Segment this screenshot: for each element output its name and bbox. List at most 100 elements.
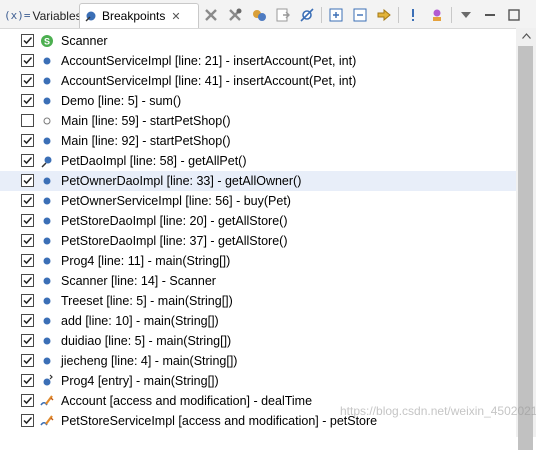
toolbar-separator	[451, 7, 452, 23]
watchpoint-icon	[40, 414, 54, 428]
breakpoint-label: Scanner [line: 14] - Scanner	[61, 274, 216, 288]
breakpoint-label: PetStoreDaoImpl [line: 20] - getAllStore…	[61, 214, 288, 228]
line-breakpoint-icon	[40, 254, 54, 268]
line-breakpoint-icon	[40, 234, 54, 248]
breakpoint-row[interactable]: duidiao [line: 5] - main(String[])	[0, 331, 516, 351]
scrollbar-thumb[interactable]	[518, 46, 533, 450]
line-breakpoint-icon	[40, 174, 54, 188]
line-breakpoint-icon	[40, 274, 54, 288]
breakpoint-row[interactable]: Prog4 [entry] - main(String[])	[0, 371, 516, 391]
breakpoint-row[interactable]: PetDaoImpl [line: 58] - getAllPet()	[0, 151, 516, 171]
breakpoint-label: AccountServiceImpl [line: 21] - insertAc…	[61, 54, 357, 68]
tab-variables-label: Variables	[32, 8, 82, 23]
breakpoint-row[interactable]: AccountServiceImpl [line: 21] - insertAc…	[0, 51, 516, 71]
breakpoint-label: PetOwnerDaoImpl [line: 33] - getAllOwner…	[61, 174, 302, 188]
breakpoint-enabled-checkbox[interactable]	[21, 194, 34, 207]
line-breakpoint-icon	[40, 334, 54, 348]
breakpoint-enabled-checkbox[interactable]	[21, 74, 34, 87]
breakpoint-row[interactable]: AccountServiceImpl [line: 41] - insertAc…	[0, 71, 516, 91]
minimize-icon[interactable]	[482, 7, 498, 23]
breakpoint-row[interactable]: S Scanner	[0, 31, 516, 51]
line-breakpoint-icon	[40, 354, 54, 368]
line-breakpoint-icon	[40, 54, 54, 68]
remove-breakpoint-icon[interactable]	[203, 7, 219, 23]
breakpoint-enabled-checkbox[interactable]	[21, 94, 34, 107]
view-menu-icon[interactable]	[458, 7, 474, 23]
breakpoint-row[interactable]: PetOwnerDaoImpl [line: 33] - getAllOwner…	[0, 171, 516, 191]
breakpoint-enabled-checkbox[interactable]	[21, 34, 34, 47]
breakpoint-label: Account [access and modification] - deal…	[61, 394, 313, 408]
close-icon[interactable]: ✕	[171, 10, 180, 23]
expand-all-icon[interactable]	[328, 7, 344, 23]
breakpoint-row[interactable]: add [line: 10] - main(String[])	[0, 311, 516, 331]
breakpoint-enabled-checkbox[interactable]	[21, 294, 34, 307]
vertical-scrollbar[interactable]	[516, 28, 536, 450]
breakpoint-label: PetStoreDaoImpl [line: 37] - getAllStore…	[61, 234, 288, 248]
method-entry-icon	[40, 374, 54, 388]
remove-all-breakpoints-icon[interactable]	[227, 7, 243, 23]
go-to-file-icon[interactable]	[275, 7, 291, 23]
breakpoint-list: S Scanner AccountServiceImpl [line: 21] - …	[0, 28, 516, 437]
breakpoint-label: AccountServiceImpl [line: 41] - insertAc…	[61, 74, 357, 88]
link-with-debug-view-icon[interactable]	[376, 7, 392, 23]
breakpoint-enabled-checkbox[interactable]	[21, 394, 34, 407]
breakpoint-enabled-checkbox[interactable]	[21, 374, 34, 387]
breakpoint-enabled-checkbox[interactable]	[21, 174, 34, 187]
tab-breakpoints[interactable]: Breakpoints ✕	[79, 3, 199, 28]
toolbar-separator	[321, 7, 322, 23]
breakpoint-enabled-checkbox[interactable]	[21, 54, 34, 67]
svg-text:S: S	[44, 37, 50, 47]
breakpoint-label: PetOwnerServiceImpl [line: 56] - buy(Pet…	[61, 194, 291, 208]
breakpoint-enabled-checkbox[interactable]	[21, 254, 34, 267]
breakpoint-row[interactable]: PetStoreDaoImpl [line: 37] - getAllStore…	[0, 231, 516, 251]
line-breakpoint-icon	[40, 94, 54, 108]
add-java-exception-breakpoint-icon[interactable]	[405, 7, 421, 23]
breakpoint-row[interactable]: Demo [line: 5] - sum()	[0, 91, 516, 111]
variables-icon: (x)=	[4, 9, 31, 22]
import-breakpoints-icon[interactable]	[429, 7, 445, 23]
collapse-all-icon[interactable]	[352, 7, 368, 23]
line-breakpoint-icon	[40, 214, 54, 228]
line-breakpoint-icon	[40, 294, 54, 308]
breakpoint-label: Treeset [line: 5] - main(String[])	[61, 294, 233, 308]
breakpoint-enabled-checkbox[interactable]	[21, 234, 34, 247]
toolbar-separator	[398, 7, 399, 23]
breakpoint-enabled-checkbox[interactable]	[21, 114, 34, 127]
line-breakpoint-icon	[40, 314, 54, 328]
breakpoint-row[interactable]: Treeset [line: 5] - main(String[])	[0, 291, 516, 311]
conditional-breakpoint-icon	[40, 154, 54, 168]
breakpoint-enabled-checkbox[interactable]	[21, 214, 34, 227]
breakpoint-enabled-checkbox[interactable]	[21, 414, 34, 427]
breakpoint-enabled-checkbox[interactable]	[21, 334, 34, 347]
breakpoint-row[interactable]: PetOwnerServiceImpl [line: 56] - buy(Pet…	[0, 191, 516, 211]
show-breakpoints-supported-icon[interactable]	[251, 7, 267, 23]
line-breakpoint-icon	[40, 74, 54, 88]
breakpoint-enabled-checkbox[interactable]	[21, 154, 34, 167]
line-breakpoint-icon	[40, 194, 54, 208]
breakpoint-enabled-checkbox[interactable]	[21, 134, 34, 147]
breakpoint-row[interactable]: Scanner [line: 14] - Scanner	[0, 271, 516, 291]
breakpoint-enabled-checkbox[interactable]	[21, 314, 34, 327]
skip-all-breakpoints-icon[interactable]	[299, 7, 315, 23]
breakpoint-label: Prog4 [line: 11] - main(String[])	[61, 254, 231, 268]
breakpoint-label: add [line: 10] - main(String[])	[61, 314, 219, 328]
breakpoint-row[interactable]: PetStoreDaoImpl [line: 20] - getAllStore…	[0, 211, 516, 231]
breakpoint-label: duidiao [line: 5] - main(String[])	[61, 334, 232, 348]
breakpoint-row[interactable]: Main [line: 92] - startPetShop()	[0, 131, 516, 151]
watermark: https://blog.csdn.net/weixin_45020219	[340, 404, 536, 418]
breakpoint-label: Main [line: 92] - startPetShop()	[61, 134, 231, 148]
disabled-breakpoint-icon	[40, 114, 54, 128]
breakpoint-label: Prog4 [entry] - main(String[])	[61, 374, 219, 388]
breakpoint-label: Demo [line: 5] - sum()	[61, 94, 182, 108]
breakpoint-label: Main [line: 59] - startPetShop()	[61, 114, 231, 128]
breakpoint-row[interactable]: Main [line: 59] - startPetShop()	[0, 111, 516, 131]
breakpoint-row[interactable]: jiecheng [line: 4] - main(String[])	[0, 351, 516, 371]
scroll-up-arrow-icon[interactable]	[516, 28, 536, 44]
breakpoint-label: PetStoreServiceImpl [access and modifica…	[61, 414, 378, 428]
tab-breakpoints-label: Breakpoints	[102, 9, 166, 23]
tab-variables[interactable]: (x)= Variables	[0, 3, 82, 28]
breakpoint-row[interactable]: Prog4 [line: 11] - main(String[])	[0, 251, 516, 271]
maximize-icon[interactable]	[506, 7, 522, 23]
breakpoint-enabled-checkbox[interactable]	[21, 274, 34, 287]
breakpoint-enabled-checkbox[interactable]	[21, 354, 34, 367]
